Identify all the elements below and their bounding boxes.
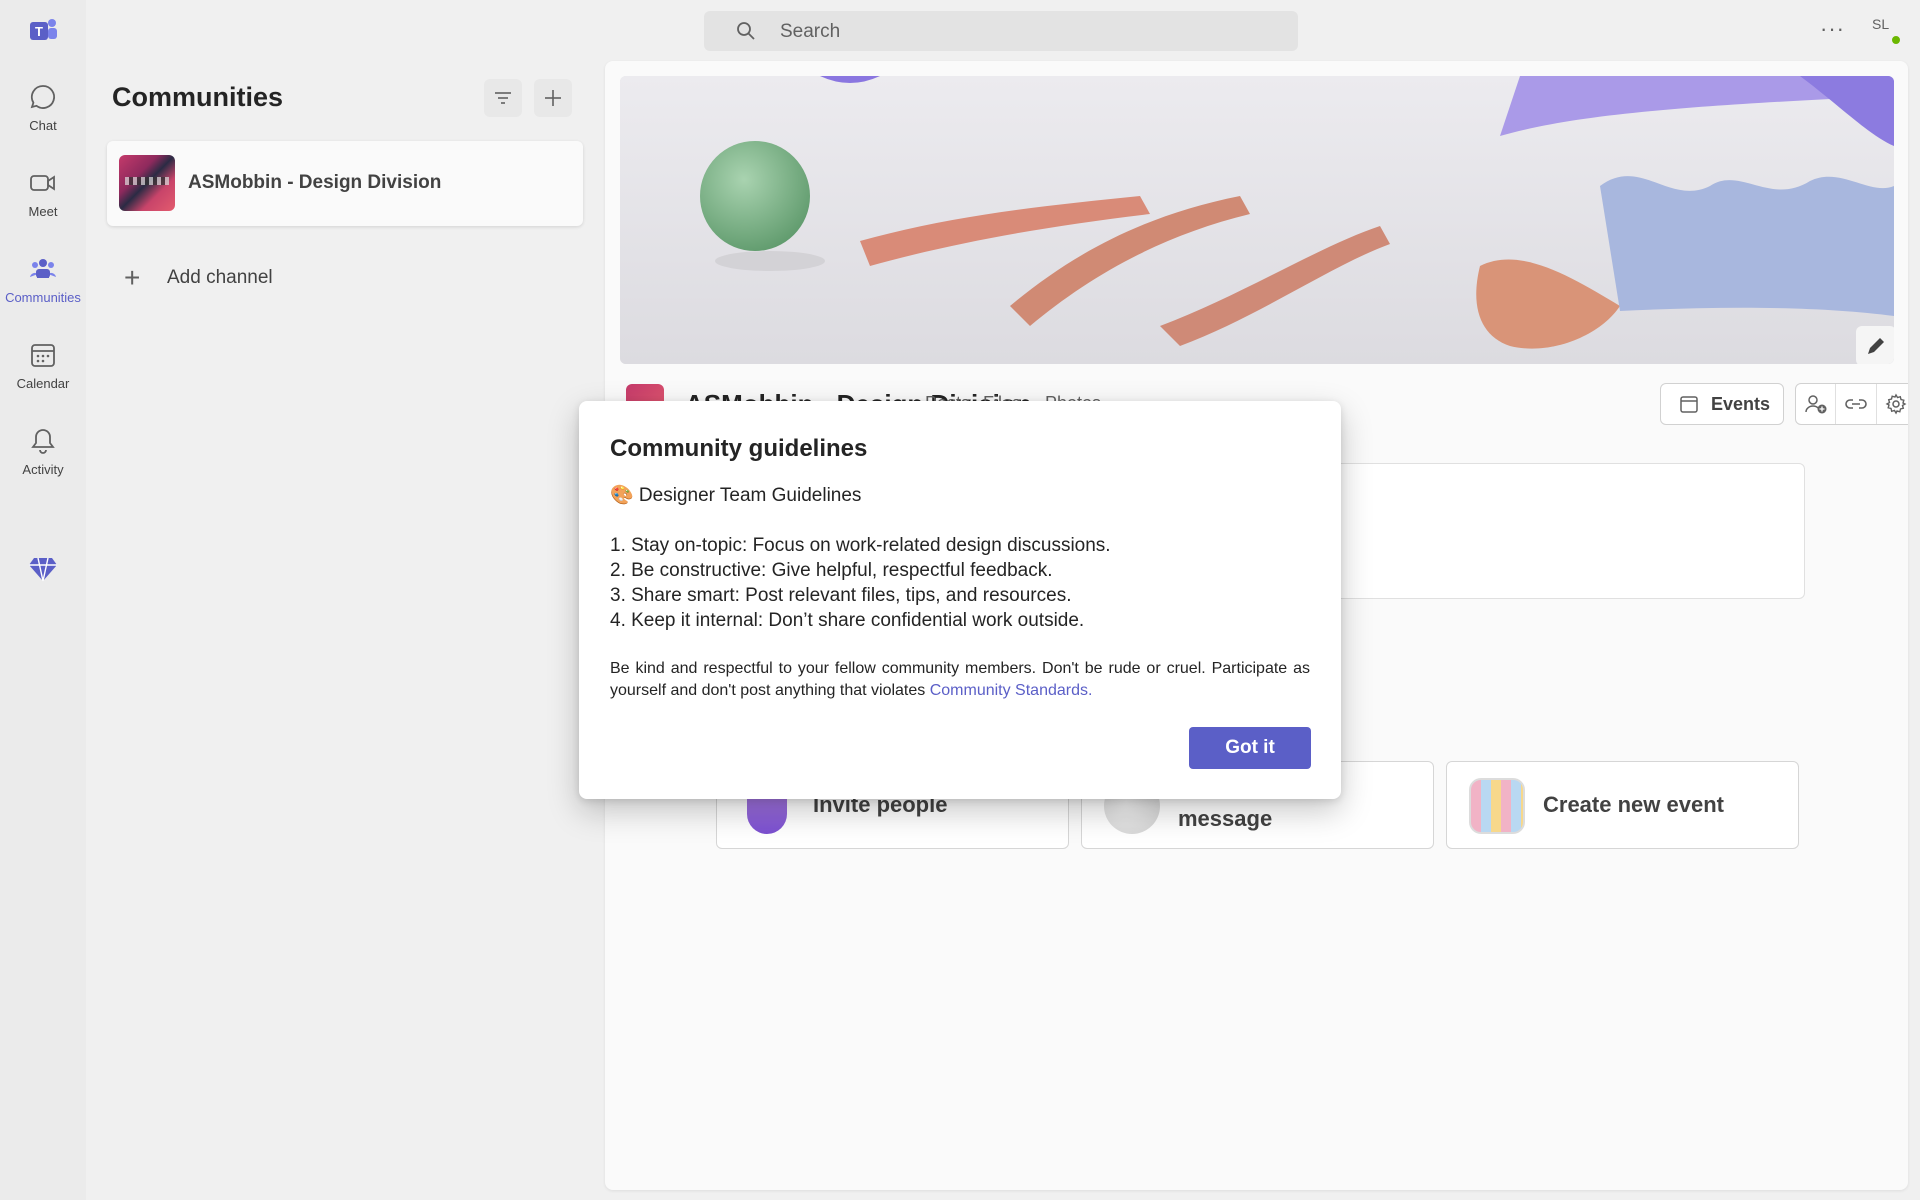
guidelines-list: 1. Stay on-topic: Focus on work-related … xyxy=(610,533,1310,633)
guideline-item: 4. Keep it internal: Don’t share confide… xyxy=(610,610,1085,631)
guideline-item: 2. Be constructive: Give helpful, respec… xyxy=(610,560,1053,581)
community-guidelines-dialog: Community guidelines 🎨 Designer Team Gui… xyxy=(579,401,1341,799)
guidelines-body: Be kind and respectful to your fellow co… xyxy=(610,658,1310,702)
guideline-item: 3. Share smart: Post relevant files, tip… xyxy=(610,585,1072,606)
got-it-button[interactable]: Got it xyxy=(1189,727,1311,769)
community-standards-link[interactable]: Community Standards. xyxy=(930,682,1093,699)
dialog-title: Community guidelines xyxy=(610,435,868,462)
guideline-item: 1. Stay on-topic: Focus on work-related … xyxy=(610,535,1111,556)
guidelines-heading: 🎨 Designer Team Guidelines xyxy=(610,485,862,506)
